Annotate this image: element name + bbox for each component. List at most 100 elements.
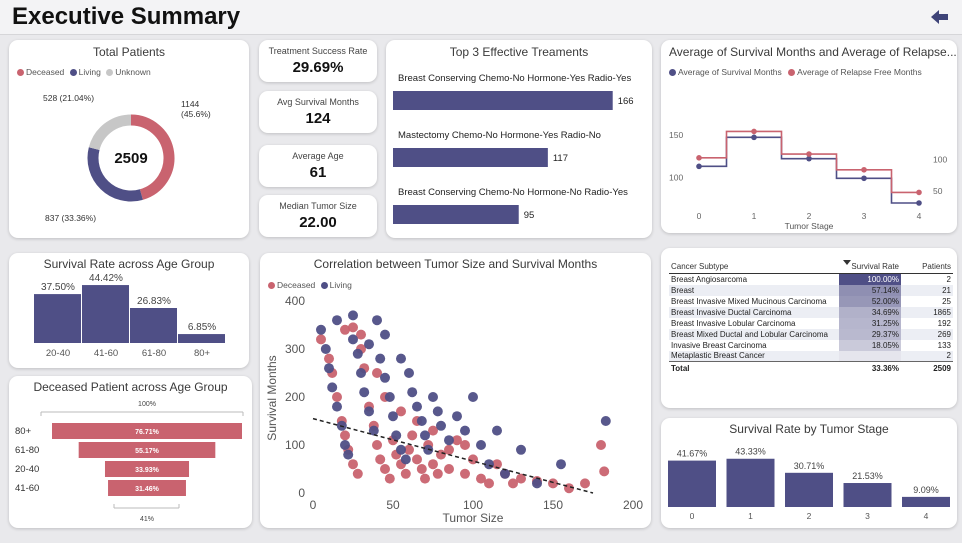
scatter-point-deceased-33[interactable] [468,454,478,465]
scatter-point-deceased-8[interactable] [352,468,363,479]
scatter-point-deceased-30[interactable] [444,464,454,474]
scatter-point-living-44[interactable] [348,310,358,321]
col-header-subtype[interactable]: Cancer Subtype [669,260,839,274]
scatter-point-deceased-1[interactable] [324,353,334,364]
scatter-point-deceased-55[interactable] [460,440,470,450]
step-point-survival-months-4[interactable] [916,200,922,206]
stage-bar-4[interactable] [902,496,950,507]
treatment-bar-2[interactable] [393,148,548,167]
scatter-point-deceased-14[interactable] [375,454,386,465]
scatter-point-deceased-0[interactable] [316,334,326,345]
scatter-point-living-1[interactable] [320,344,331,354]
table-row[interactable]: Breast Invasive Mixed Mucinous Carcinoma… [669,295,953,307]
age-survival-bar-20-40[interactable] [34,294,81,343]
scatter-point-living-9[interactable] [352,348,363,359]
donut-slice-unknown[interactable] [88,114,132,151]
scatter-point-deceased-27[interactable] [428,459,438,470]
step-point-relapse-free-months-2[interactable] [806,151,812,157]
step-point-relapse-free-months-4[interactable] [916,189,922,196]
scatter-point-living-42[interactable] [600,416,611,426]
scatter-point-living-40[interactable] [532,478,542,489]
scatter-point-deceased-7[interactable] [348,459,358,470]
scatter-point-deceased-47[interactable] [348,322,358,333]
scatter-point-deceased-22[interactable] [407,430,418,441]
scatter-point-deceased-45[interactable] [599,466,610,477]
scatter-point-living-25[interactable] [416,416,427,426]
scatter-point-living-12[interactable] [364,406,374,417]
table-row[interactable]: Breast Invasive Lobular Carcinoma 31.25% 1… [669,317,953,329]
scatter-point-living-28[interactable] [428,392,438,402]
stage-bar-2[interactable] [785,472,833,507]
scatter-point-living-23[interactable] [407,387,418,398]
scatter-point-living-30[interactable] [436,420,446,431]
scatter-point-living-15[interactable] [375,353,386,364]
table-row[interactable]: Invasive Breast Carcinoma 18.05% 133 [669,339,953,351]
step-point-survival-months-0[interactable] [696,163,702,170]
sort-desc-icon[interactable] [843,260,851,266]
treatment-bar-1[interactable] [393,91,613,110]
step-point-relapse-free-months-0[interactable] [696,155,702,161]
scatter-point-deceased-28[interactable] [432,468,443,479]
scatter-point-living-31[interactable] [444,435,454,446]
step-point-survival-months-3[interactable] [861,175,867,182]
scatter-point-living-4[interactable] [332,401,342,412]
scatter-point-deceased-15[interactable] [380,464,390,474]
scatter-point-deceased-43[interactable] [580,478,590,489]
scatter-point-deceased-23[interactable] [412,454,422,465]
table-row[interactable]: Breast Mixed Ductal and Lobular Carcinom… [669,328,953,340]
scatter-point-living-43[interactable] [332,315,342,326]
scatter-point-living-41[interactable] [556,459,566,470]
table-row[interactable]: Breast 57.14% 21 [669,284,953,296]
scatter-point-living-10[interactable] [356,368,366,378]
scatter-point-living-17[interactable] [384,392,395,402]
stage-bar-3[interactable] [843,483,892,507]
step-point-survival-months-1[interactable] [751,134,757,141]
scatter-point-living-21[interactable] [400,454,411,465]
scatter-point-living-29[interactable] [432,406,443,417]
step-point-relapse-free-months-3[interactable] [861,166,867,173]
col-header-patients[interactable]: Patients [901,260,953,274]
scatter-point-deceased-32[interactable] [460,468,470,479]
table-row[interactable]: Breast Angiosarcoma 100.00% 2 [669,273,953,285]
scatter-point-living-39[interactable] [516,444,526,455]
scatter-point-deceased-5[interactable] [340,430,350,441]
scatter-point-living-34[interactable] [468,392,478,402]
treatment-bar-3[interactable] [393,205,519,224]
scatter-point-living-14[interactable] [372,315,382,326]
scatter-point-living-6[interactable] [340,440,350,450]
stage-bar-0[interactable] [668,460,716,507]
step-point-relapse-free-months-1[interactable] [751,128,757,135]
scatter-point-living-16[interactable] [380,372,390,383]
scatter-point-deceased-20[interactable] [400,468,411,479]
scatter-point-living-18[interactable] [388,411,398,422]
scatter-point-living-33[interactable] [460,425,470,436]
scatter-point-living-0[interactable] [316,324,326,335]
scatter-point-deceased-16[interactable] [384,473,395,484]
scatter-point-living-19[interactable] [391,430,402,441]
scatter-point-living-20[interactable] [396,444,406,455]
age-survival-bar-61-80[interactable] [130,308,177,343]
scatter-point-living-32[interactable] [452,411,462,422]
scatter-point-deceased-13[interactable] [372,440,382,450]
scatter-point-living-3[interactable] [327,382,338,393]
scatter-point-deceased-44[interactable] [596,440,606,450]
scatter-point-living-35[interactable] [476,440,486,450]
scatter-point-deceased-3[interactable] [332,392,342,402]
age-survival-bar-80+[interactable] [178,334,225,343]
table-row[interactable]: Breast Invasive Ductal Carcinoma 34.69% 18… [669,306,953,318]
scatter-point-living-8[interactable] [348,334,358,345]
scatter-point-living-24[interactable] [412,401,422,412]
table-total-row[interactable]: Total 33.36% 2509 [669,361,953,373]
scatter-point-living-7[interactable] [343,449,354,460]
scatter-point-living-26[interactable] [420,430,430,441]
scatter-point-living-45[interactable] [364,339,374,350]
age-survival-bar-41-60[interactable] [82,285,129,343]
scatter-point-deceased-41[interactable] [548,478,558,489]
back-arrow-icon[interactable] [930,8,950,26]
scatter-point-living-37[interactable] [492,425,502,436]
scatter-point-living-46[interactable] [380,329,390,340]
scatter-point-living-2[interactable] [324,363,334,374]
scatter-point-deceased-25[interactable] [420,473,430,484]
scatter-point-living-11[interactable] [359,387,370,398]
scatter-point-deceased-24[interactable] [416,464,427,474]
